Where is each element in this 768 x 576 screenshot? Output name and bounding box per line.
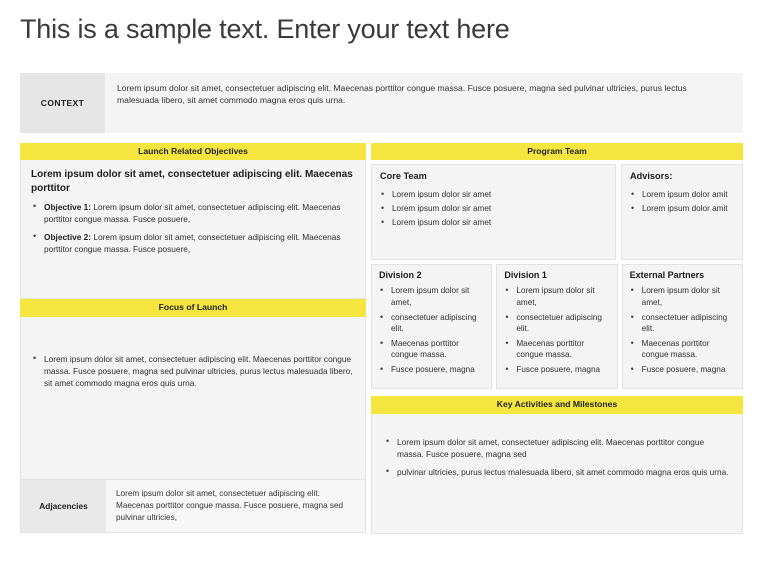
launch-objectives-intro: Lorem ipsum dolor sit amet, consectetuer…: [31, 169, 353, 194]
key-activities-panel: Lorem ipsum dolor sit amet, consectetuer…: [371, 413, 743, 534]
list-item: Fusce posuere, magna: [630, 363, 735, 376]
list-item: Lorem ipsum dolor sir amet: [380, 202, 607, 215]
objective-label: Objective 2:: [44, 231, 92, 242]
list-item: Objective 2: Lorem ipsum dolor sit amet,…: [31, 230, 355, 255]
context-body: Lorem ipsum dolor sit amet, consectetuer…: [105, 73, 743, 133]
launch-objectives-header: Launch Related Objectives: [20, 143, 366, 161]
context-label: CONTEXT: [20, 73, 105, 133]
focus-of-launch-header: Focus of Launch: [20, 299, 366, 317]
core-team-title: Core Team: [380, 171, 427, 182]
list-item: Lorem ipsum dolor sir amet: [380, 216, 607, 229]
focus-of-launch-panel: Lorem ipsum dolor sit amet, consectetuer…: [20, 316, 366, 480]
list-item: consectetuer adipiscing elit.: [504, 311, 609, 335]
division-list: Lorem ipsum dolor sit amet, consectetuer…: [504, 284, 609, 376]
list-item: Lorem ipsum dolor amit: [630, 202, 734, 215]
focus-of-launch-list: Lorem ipsum dolor sit amet, consectetuer…: [31, 352, 355, 389]
list-item: Fusce posuere, magna: [504, 363, 609, 376]
list-item: Maecenas porttitor congue massa.: [630, 337, 735, 361]
list-item: Lorem ipsum dolor sit amet,: [504, 284, 609, 308]
list-item: Lorem ipsum dolor sit amet,: [630, 284, 735, 308]
slide-canvas: This is a sample text. Enter your text h…: [0, 0, 768, 576]
context-row: CONTEXT Lorem ipsum dolor sit amet, cons…: [20, 73, 743, 133]
list-item: Maecenas porttitor congue massa.: [379, 337, 484, 361]
division-box-1: Division 1 Lorem ipsum dolor sit amet, c…: [496, 264, 618, 390]
divisions-row: Division 2 Lorem ipsum dolor sit amet, c…: [371, 264, 743, 390]
launch-objectives-list: Objective 1: Lorem ipsum dolor sit amet,…: [31, 200, 355, 255]
objective-label: Objective 1:: [44, 201, 92, 212]
list-item: pulvinar ultricies, purus lectus malesua…: [384, 465, 730, 478]
advisors-list: Lorem ipsum dolor amit Lorem ipsum dolor…: [630, 189, 734, 215]
division-title: Division 1: [504, 270, 547, 281]
list-item: Objective 1: Lorem ipsum dolor sit amet,…: [31, 200, 355, 225]
list-item: Lorem ipsum dolor sir amet: [380, 189, 607, 201]
key-activities-list: Lorem ipsum dolor sit amet, consectetuer…: [384, 435, 730, 478]
advisors-box: Advisors: Lorem ipsum dolor amit Lorem i…: [621, 164, 743, 261]
list-item: Lorem ipsum dolor sit amet, consectetuer…: [384, 435, 730, 460]
adjacencies-body: Lorem ipsum dolor sit amet, consectetuer…: [106, 479, 365, 532]
list-item: Maecenas porttitor congue massa.: [504, 337, 609, 361]
key-activities-header: Key Activities and Milestones: [371, 396, 743, 414]
external-partners-box: External Partners Lorem ipsum dolor sit …: [621, 264, 743, 390]
division-list: Lorem ipsum dolor sit amet, consectetuer…: [379, 284, 484, 376]
core-team-box: Core Team Lorem ipsum dolor sir amet Lor…: [371, 164, 616, 261]
core-team-list: Lorem ipsum dolor sir amet Lorem ipsum d…: [380, 189, 607, 229]
left-column: Launch Related Objectives Lorem ipsum do…: [20, 143, 366, 533]
program-team-header: Program Team: [371, 143, 743, 161]
list-item: Lorem ipsum dolor sit amet, consectetuer…: [31, 352, 355, 389]
division-box-2: Division 2 Lorem ipsum dolor sit amet, c…: [371, 264, 493, 390]
adjacencies-label: Adjacencies: [21, 479, 106, 532]
list-item: Lorem ipsum dolor sit amet,: [379, 284, 484, 308]
adjacencies-row: Adjacencies Lorem ipsum dolor sit amet, …: [20, 479, 366, 533]
division-title: Division 2: [379, 270, 422, 281]
list-item: Lorem ipsum dolor amit: [630, 189, 734, 201]
right-column: Program Team Core Team Lorem ipsum dolor…: [371, 143, 743, 534]
program-team-row: Core Team Lorem ipsum dolor sir amet Lor…: [371, 164, 743, 261]
page-title: This is a sample text. Enter your text h…: [20, 14, 510, 44]
list-item: consectetuer adipiscing elit.: [630, 311, 735, 335]
division-list: Lorem ipsum dolor sit amet, consectetuer…: [630, 284, 735, 376]
list-item: consectetuer adipiscing elit.: [379, 311, 484, 335]
division-title: External Partners: [629, 270, 705, 281]
launch-objectives-panel: Lorem ipsum dolor sit amet, consectetuer…: [20, 160, 366, 300]
advisors-title: Advisors:: [630, 171, 673, 182]
list-item: Fusce posuere, magna: [379, 363, 484, 376]
